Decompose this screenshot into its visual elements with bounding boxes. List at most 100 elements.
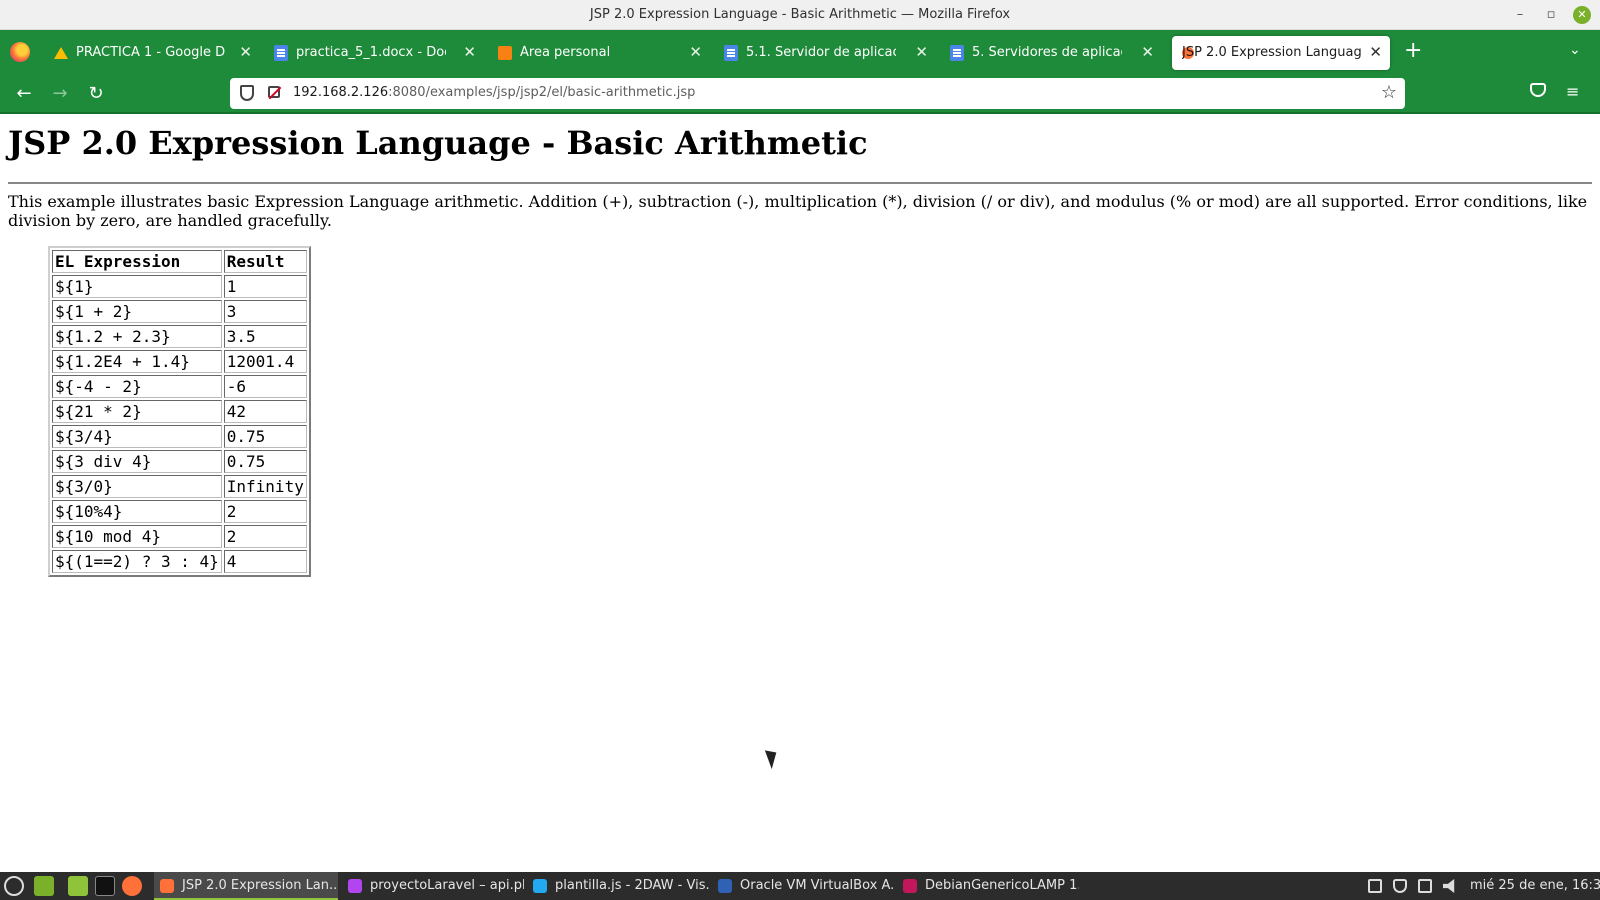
- insecure-lock-icon[interactable]: [268, 86, 280, 98]
- table-row: ${3/0} Infinity: [52, 475, 307, 498]
- tab-servidor-aplicaciones-5-1[interactable]: 5.1. Servidor de aplicacione ✕: [714, 36, 936, 70]
- close-tab-icon[interactable]: ✕: [689, 43, 702, 61]
- close-tab-icon[interactable]: ✕: [915, 43, 928, 61]
- taskbar-window-button[interactable]: proyectoLaravel – api.php: [342, 872, 524, 900]
- app-icon: [718, 879, 732, 893]
- el-results-table: EL Expression Result ${1} 1 ${1 + 2} 3 ${1.2…: [48, 246, 311, 577]
- minimize-icon[interactable]: –: [1511, 6, 1529, 24]
- google-docs-icon: [274, 45, 288, 61]
- table-row: ${1.2E4 + 1.4} 12001.4: [52, 350, 307, 373]
- el-expression-cell: ${(1==2) ? 3 : 4}: [52, 550, 222, 573]
- close-tab-icon[interactable]: ✕: [1369, 43, 1382, 61]
- new-tab-icon[interactable]: +: [1404, 40, 1422, 62]
- close-tab-icon[interactable]: ✕: [1141, 43, 1154, 61]
- table-row: ${(1==2) ? 3 : 4} 4: [52, 550, 307, 573]
- tab-servidores-aplicaciones-5[interactable]: 5. Servidores de aplicacione ✕: [940, 36, 1162, 70]
- tab-label: PRÁCTICA 1 - Google Drive: [76, 45, 226, 60]
- taskbar-window-button[interactable]: DebianGenericoLAMP 1...: [897, 872, 1079, 900]
- el-result-cell: 12001.4: [223, 350, 307, 373]
- el-result-cell: 3.5: [223, 325, 307, 348]
- table-row: ${3 div 4} 0.75: [52, 450, 307, 473]
- el-result-cell: 0.75: [223, 425, 307, 448]
- page-description: This example illustrates basic Expressio…: [8, 192, 1588, 230]
- clipboard-icon[interactable]: [1368, 879, 1382, 893]
- back-arrow-icon[interactable]: ←: [13, 83, 35, 105]
- taskbar-window-button[interactable]: Oracle VM VirtualBox A...: [712, 872, 894, 900]
- el-expression-cell: ${10%4}: [52, 500, 222, 523]
- forward-arrow-icon[interactable]: →: [49, 83, 71, 105]
- navigation-toolbar: ← → ↻ 192.168.2.126:8080/examples/jsp/js…: [0, 74, 1600, 114]
- firefox-view-icon[interactable]: [10, 42, 30, 62]
- tab-label: 5.1. Servidor de aplicacione: [746, 45, 896, 60]
- terminal-icon[interactable]: [95, 876, 115, 896]
- taskbar-window-label: JSP 2.0 Expression Lan...: [182, 878, 338, 893]
- address-bar[interactable]: 192.168.2.126:8080/examples/jsp/jsp2/el/…: [230, 78, 1405, 109]
- table-row: ${-4 - 2} -6: [52, 375, 307, 398]
- taskbar-window-label: plantilla.js - 2DAW - Vis...: [555, 878, 709, 893]
- tab-label: 5. Servidores de aplicacione: [972, 45, 1122, 60]
- firefox-launcher-icon[interactable]: [122, 876, 142, 896]
- table-row: ${1} 1: [52, 275, 307, 298]
- window-title: JSP 2.0 Expression Language - Basic Arit…: [589, 7, 1011, 22]
- close-tab-icon[interactable]: ✕: [463, 43, 476, 61]
- tab-label: Área personal: [520, 45, 611, 60]
- divider: [8, 182, 1592, 184]
- el-expression-cell: ${1 + 2}: [52, 300, 222, 323]
- taskbar-window-label: Oracle VM VirtualBox A...: [740, 878, 894, 893]
- taskbar: JSP 2.0 Expression Lan... proyectoLaravel…: [0, 872, 1600, 900]
- el-expression-cell: ${-4 - 2}: [52, 375, 222, 398]
- el-expression-cell: ${1}: [52, 275, 222, 298]
- table-row: ${1 + 2} 3: [52, 300, 307, 323]
- el-result-cell: 42: [223, 400, 307, 423]
- tab-practica-docx[interactable]: practica_5_1.docx - Docume ✕: [264, 36, 484, 70]
- window-list-icon[interactable]: [1418, 879, 1432, 893]
- taskbar-window-label: DebianGenericoLAMP 1...: [925, 878, 1079, 893]
- el-expression-cell: ${21 * 2}: [52, 400, 222, 423]
- close-tab-icon[interactable]: ✕: [239, 43, 252, 61]
- tab-label: JSP 2.0 Expression Language - E: [1182, 45, 1362, 60]
- maximize-icon[interactable]: ▫: [1542, 6, 1560, 24]
- page-content: JSP 2.0 Expression Language - Basic Arit…: [0, 116, 1600, 872]
- close-window-icon[interactable]: ✕: [1573, 6, 1591, 24]
- table-body: ${1} 1 ${1 + 2} 3 ${1.2 + 2.3} 3.5 ${1.2E4 + 1…: [52, 275, 307, 573]
- moodle-icon: [498, 46, 512, 60]
- table-header-row: EL Expression Result: [52, 250, 307, 273]
- column-header-expression: EL Expression: [52, 250, 222, 273]
- table-row: ${1.2 + 2.3} 3.5: [52, 325, 307, 348]
- el-expression-cell: ${3/4}: [52, 425, 222, 448]
- table-row: ${10 mod 4} 2: [52, 525, 307, 548]
- hamburger-menu-icon[interactable]: ≡: [1566, 82, 1579, 101]
- tab-label: practica_5_1.docx - Docume: [296, 45, 446, 60]
- el-result-cell: -6: [223, 375, 307, 398]
- tab-jsp-expression-language[interactable]: JSP 2.0 Expression Language - E ✕: [1172, 36, 1390, 70]
- tab-strip: PRÁCTICA 1 - Google Drive ✕ practica_5_1…: [0, 30, 1600, 74]
- volume-muted-icon[interactable]: [1443, 879, 1455, 893]
- table-row: ${10%4} 2: [52, 500, 307, 523]
- url-text[interactable]: 192.168.2.126:8080/examples/jsp/jsp2/el/…: [293, 85, 695, 100]
- page-title: JSP 2.0 Expression Language - Basic Arit…: [8, 124, 868, 162]
- taskbar-window-button[interactable]: plantilla.js - 2DAW - Vis...: [527, 872, 709, 900]
- list-all-tabs-icon[interactable]: ⌄: [1569, 42, 1581, 58]
- file-manager-icon[interactable]: [68, 876, 88, 896]
- tab-google-drive[interactable]: PRÁCTICA 1 - Google Drive ✕: [44, 36, 260, 70]
- app-icon: [160, 879, 174, 893]
- url-path: :8080/examples/jsp/jsp2/el/basic-arithme…: [388, 85, 696, 100]
- app-icon: [533, 879, 547, 893]
- clock[interactable]: mié 25 de ene, 16:39: [1470, 872, 1600, 900]
- start-menu-icon[interactable]: [4, 876, 24, 896]
- taskbar-window-button[interactable]: JSP 2.0 Expression Lan...: [154, 872, 338, 900]
- tracking-protection-shield-icon[interactable]: [240, 85, 254, 101]
- el-result-cell: 0.75: [223, 450, 307, 473]
- el-expression-cell: ${1.2 + 2.3}: [52, 325, 222, 348]
- google-docs-icon: [724, 45, 738, 61]
- el-expression-cell: ${3 div 4}: [52, 450, 222, 473]
- el-result-cell: Infinity: [223, 475, 307, 498]
- security-shield-icon[interactable]: [1393, 879, 1407, 893]
- app-icon: [903, 879, 917, 893]
- el-result-cell: 4: [223, 550, 307, 573]
- bookmark-star-icon[interactable]: ☆: [1381, 82, 1397, 103]
- app-icon: [348, 879, 362, 893]
- tab-area-personal[interactable]: Área personal ✕: [488, 36, 710, 70]
- show-desktop-icon[interactable]: [34, 876, 54, 896]
- reload-icon[interactable]: ↻: [85, 83, 107, 105]
